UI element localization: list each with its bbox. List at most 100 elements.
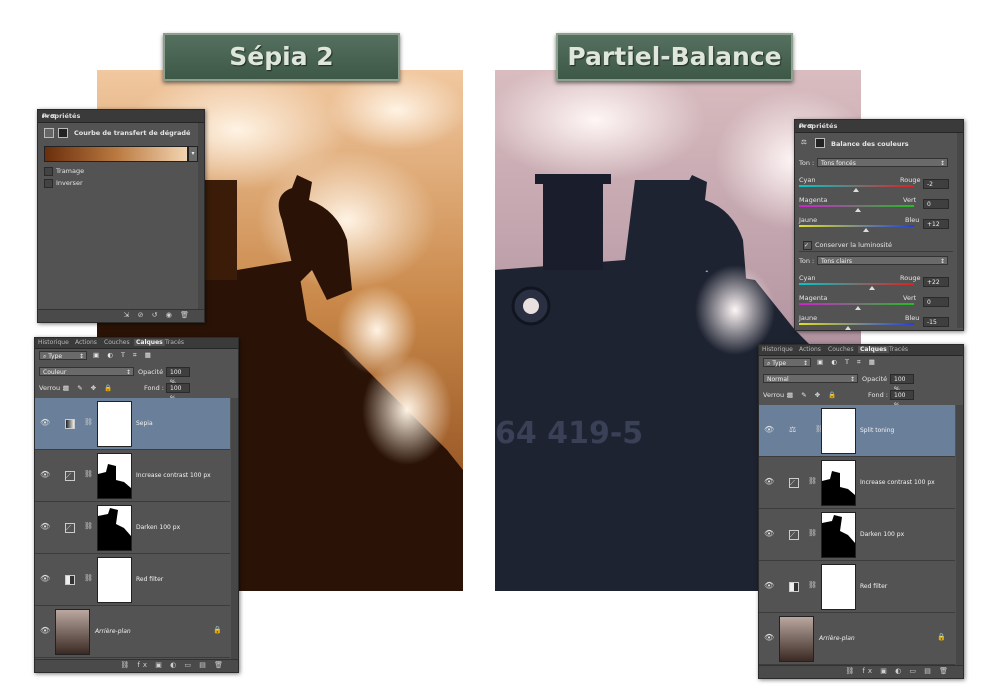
layer-row-increase-contrast[interactable]: 👁 ⟋ ⛓ Increase contrast 100 px: [759, 457, 955, 509]
slider-thumb[interactable]: [855, 208, 861, 212]
layer-row-increase-contrast[interactable]: 👁 ⟋ ⛓ Increase contrast 100 px: [35, 450, 230, 502]
layer-row-darken[interactable]: 👁 ⟋ ⛓ Darken 100 px: [35, 502, 230, 554]
layer-row-red-filter[interactable]: 👁 ⛓ Red filter: [35, 554, 230, 606]
yellow-blue-slider[interactable]: [799, 225, 914, 232]
fill-field[interactable]: 100 %: [890, 390, 914, 409]
visibility-eye-icon[interactable]: 👁: [40, 418, 50, 427]
link-icon[interactable]: ⛓: [84, 574, 93, 582]
layers-scrollbar[interactable]: [956, 405, 963, 665]
layers-scrollbar[interactable]: [231, 398, 238, 659]
channel-mixer-icon: [789, 582, 799, 592]
layer-mask-thumbnail[interactable]: [821, 564, 856, 610]
tone-dropdown-highlights[interactable]: Tons clairs: [817, 256, 948, 266]
preserve-luminosity-checkbox[interactable]: ✓: [803, 241, 812, 250]
layer-mask-thumbnail[interactable]: [97, 401, 132, 447]
yellow-blue-value[interactable]: +12: [923, 219, 949, 229]
layers-tabs: Historique Actions Couches Calques Tracé…: [759, 345, 963, 356]
opacity-field[interactable]: 100 %: [166, 367, 190, 386]
layer-mask-thumbnail[interactable]: [821, 460, 856, 506]
vert-label: Vert: [903, 294, 917, 302]
layer-mask-thumbnail[interactable]: [821, 512, 856, 558]
visibility-eye-icon[interactable]: 👁: [40, 626, 50, 635]
layer-mask-thumbnail[interactable]: [97, 453, 132, 499]
fill-field[interactable]: 100 %: [166, 383, 190, 402]
layer-name: Darken 100 px: [136, 524, 181, 531]
layer-filter-dropdown[interactable]: ⌕ Type: [39, 351, 87, 361]
link-icon[interactable]: ⛓: [808, 477, 817, 485]
link-icon[interactable]: ⛓: [84, 418, 93, 426]
inverser-checkbox[interactable]: [44, 179, 53, 188]
tab-calques[interactable]: Calques: [858, 346, 889, 353]
panel-menu-icon[interactable]: ▸▸ ≡: [799, 122, 959, 130]
magenta-green-value[interactable]: 0: [923, 199, 949, 209]
slider-thumb[interactable]: [855, 306, 861, 310]
tab-historique[interactable]: Historique: [38, 339, 69, 346]
slider-thumb[interactable]: [869, 286, 875, 290]
visibility-eye-icon[interactable]: 👁: [40, 522, 50, 531]
properties-scrollbar[interactable]: [198, 123, 204, 309]
layer-row-background[interactable]: 👁 Arrière-plan 🔒: [35, 606, 230, 658]
tab-traces[interactable]: Tracés: [889, 346, 908, 353]
magenta-green-slider-2[interactable]: [799, 303, 914, 310]
filter-icons[interactable]: ▣ ◐ T ⌗ ▦: [817, 358, 878, 367]
tab-actions[interactable]: Actions: [799, 346, 821, 353]
link-icon[interactable]: ⛓: [808, 529, 817, 537]
visibility-eye-icon[interactable]: 👁: [764, 529, 774, 538]
gradient-dropdown-button[interactable]: ▾: [188, 146, 198, 162]
layer-mask-thumbnail[interactable]: [97, 557, 132, 603]
blend-mode-dropdown[interactable]: Normal: [763, 374, 858, 384]
visibility-eye-icon[interactable]: 👁: [40, 470, 50, 479]
tramage-checkbox[interactable]: [44, 167, 53, 176]
cyan-red-slider-2[interactable]: [799, 283, 914, 290]
tab-couches[interactable]: Couches: [828, 346, 854, 353]
layer-mask-thumbnail[interactable]: [97, 505, 132, 551]
filter-icons[interactable]: ▣ ◐ T ⌗ ▦: [93, 351, 154, 360]
yellow-blue-slider-2[interactable]: [799, 323, 914, 330]
layer-row-background[interactable]: 👁 Arrière-plan 🔒: [759, 613, 955, 665]
layer-mask-thumbnail[interactable]: [821, 408, 856, 454]
layer-row-darken[interactable]: 👁 ⟋ ⛓ Darken 100 px: [759, 509, 955, 561]
layer-row-split-toning[interactable]: 👁 ⚖ ⛓ Split toning: [759, 405, 955, 457]
background-thumbnail[interactable]: [779, 616, 814, 662]
visibility-eye-icon[interactable]: 👁: [764, 477, 774, 486]
link-icon[interactable]: ⛓: [84, 470, 93, 478]
yellow-blue-value-2[interactable]: -15: [923, 317, 949, 327]
layer-name: Red filter: [860, 583, 888, 590]
mask-icon[interactable]: [815, 138, 825, 148]
slider-thumb[interactable]: [863, 228, 869, 232]
link-icon[interactable]: ⛓: [808, 581, 817, 589]
properties-scrollbar[interactable]: [957, 133, 963, 328]
layers-footer-icons[interactable]: ⛓ fx ▣ ◐ ▭ ▤ 🗑: [120, 661, 226, 669]
lock-icons[interactable]: ▦ ✎ ✥ 🔒: [63, 384, 115, 392]
gradient-preview[interactable]: [44, 146, 188, 162]
properties-footer-icons[interactable]: ⇲ ⊘ ↺ ◉ 🗑: [124, 311, 193, 319]
tab-traces[interactable]: Tracés: [165, 339, 184, 346]
cyan-red-slider[interactable]: [799, 185, 914, 192]
visibility-eye-icon[interactable]: 👁: [764, 425, 774, 434]
layer-row-sepia[interactable]: 👁 ⛓ Sepia: [35, 398, 230, 450]
mask-icon[interactable]: [58, 128, 68, 138]
slider-thumb[interactable]: [845, 326, 851, 330]
opacity-field[interactable]: 100 %: [890, 374, 914, 393]
layer-row-red-filter[interactable]: 👁 ⛓ Red filter: [759, 561, 955, 613]
layers-footer-icons[interactable]: ⛓ fx ▣ ◐ ▭ ▤ 🗑: [845, 667, 951, 675]
tab-historique[interactable]: Historique: [762, 346, 793, 353]
cyan-red-value[interactable]: -2: [923, 179, 949, 189]
cyan-red-value-2[interactable]: +22: [923, 277, 949, 287]
tab-couches[interactable]: Couches: [104, 339, 130, 346]
magenta-green-value-2[interactable]: 0: [923, 297, 949, 307]
panel-menu-icon[interactable]: ▸▸ ≡: [42, 112, 200, 120]
tab-calques[interactable]: Calques: [134, 339, 165, 346]
tone-dropdown-shadows[interactable]: Tons foncés: [817, 158, 948, 168]
magenta-green-slider[interactable]: [799, 205, 914, 212]
background-thumbnail[interactable]: [55, 609, 90, 655]
layer-filter-dropdown[interactable]: ⌕ Type: [763, 358, 811, 368]
tab-actions[interactable]: Actions: [75, 339, 97, 346]
blend-mode-dropdown[interactable]: Couleur: [39, 367, 134, 377]
visibility-eye-icon[interactable]: 👁: [764, 581, 774, 590]
visibility-eye-icon[interactable]: 👁: [764, 633, 774, 642]
visibility-eye-icon[interactable]: 👁: [40, 574, 50, 583]
link-icon[interactable]: ⛓: [84, 522, 93, 530]
slider-thumb[interactable]: [853, 188, 859, 192]
lock-icons[interactable]: ▦ ✎ ✥ 🔒: [787, 391, 839, 399]
